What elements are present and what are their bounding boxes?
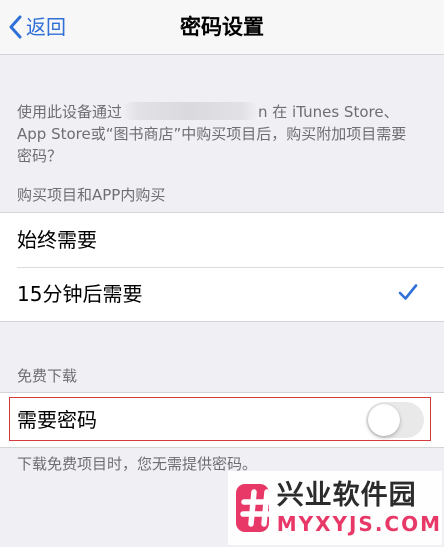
page-title: 密码设置 — [180, 15, 264, 39]
require-password-toggle[interactable] — [366, 402, 424, 438]
watermark-title: 兴业软件园 — [276, 480, 417, 511]
option-label: 始终需要 — [17, 228, 97, 252]
option-always-require[interactable]: 始终需要 — [0, 213, 444, 267]
site-watermark: 兴业软件园 MYXYJS.COM — [228, 471, 442, 545]
free-downloads-section-header: 免费下载 — [17, 367, 78, 385]
description-text: 使用此设备通过 n 在 iTunes Store、 App Store或“图书商店… — [17, 101, 429, 167]
description-line-1: 使用此设备通过 n 在 iTunes Store、 — [17, 102, 399, 121]
watermark-text: 兴业软件园 MYXYJS.COM — [277, 480, 442, 536]
hash-logo-icon — [236, 484, 269, 532]
toggle-knob — [368, 404, 400, 436]
free-downloads-group: 需要密码 — [0, 392, 444, 448]
redacted-account — [122, 102, 259, 120]
free-downloads-footer: 下载免费项目时，您无需提供密码。 — [17, 455, 258, 473]
purchase-section-header: 购买项目和APP内购买 — [17, 186, 166, 204]
option-label: 15分钟后需要 — [17, 282, 143, 306]
require-password-row: 需要密码 — [0, 393, 444, 447]
description-line-3: 密码？ — [17, 147, 63, 165]
checkmark-icon — [398, 284, 418, 300]
require-password-label: 需要密码 — [17, 408, 97, 432]
watermark-site: MYXYJS.COM — [276, 512, 442, 536]
option-require-after-15-minutes[interactable]: 15分钟后需要 — [0, 267, 444, 321]
purchase-options-group: 始终需要 15分钟后需要 — [0, 212, 444, 322]
description-line-2: App Store或“图书商店”中购买项目后，购买附加项目需要 — [17, 125, 407, 143]
navigation-bar: 返回 密码设置 — [0, 0, 444, 55]
